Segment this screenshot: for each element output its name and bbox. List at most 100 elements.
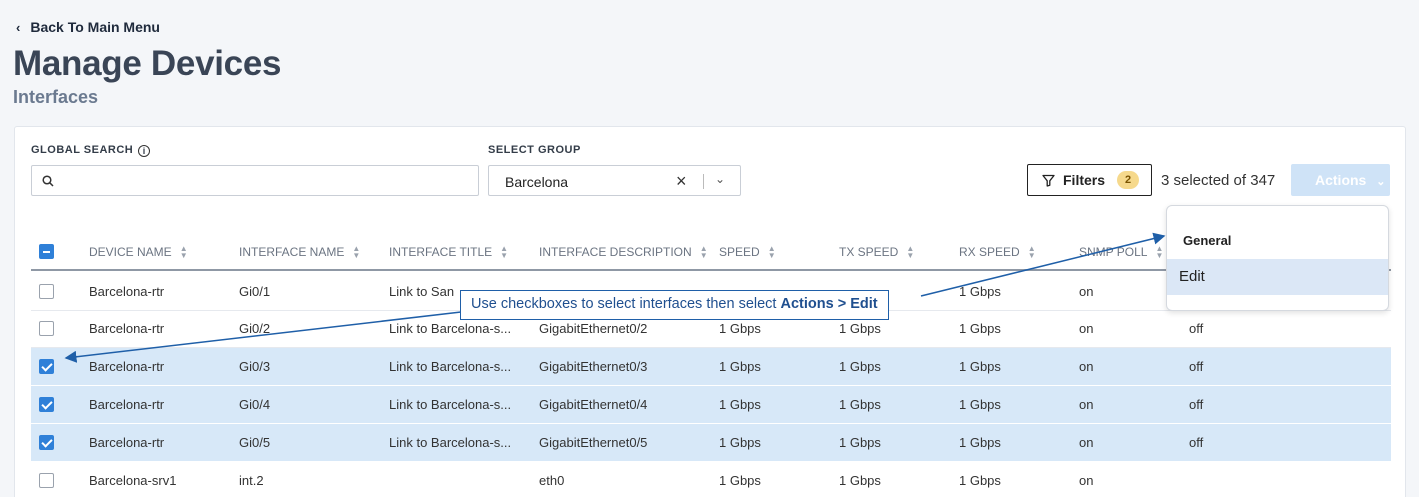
interface-title-cell: Link to Barcelona-s...: [389, 359, 512, 374]
interface-title-cell: Link to Barcelona-s...: [389, 435, 512, 450]
device-name-cell: Barcelona-rtr: [89, 284, 165, 299]
table-row[interactable]: Barcelona-srv1 int.2 eth0 1 Gbps 1 Gbps …: [31, 462, 1391, 497]
interface-name-cell: Gi0/5: [239, 435, 271, 450]
search-icon: [42, 175, 54, 187]
column-interface-name[interactable]: INTERFACE NAME ▲ ▼: [239, 244, 361, 260]
status-cell: off: [1189, 321, 1204, 336]
row-checkbox[interactable]: [39, 359, 54, 374]
column-speed[interactable]: SPEED ▲ ▼: [719, 244, 776, 260]
tx-speed-cell: 1 Gbps: [839, 321, 881, 336]
sort-icon: ▲ ▼: [906, 244, 915, 260]
snmp-poll-cell: on: [1079, 359, 1094, 374]
interface-description-cell: GigabitEthernet0/5: [539, 435, 648, 450]
speed-cell: 1 Gbps: [719, 397, 761, 412]
rx-speed-cell: 1 Gbps: [959, 397, 1001, 412]
sort-icon: ▲ ▼: [500, 244, 509, 260]
device-name-cell: Barcelona-srv1: [89, 473, 177, 488]
row-checkbox[interactable]: [39, 473, 54, 488]
filters-label: Filters: [1063, 172, 1106, 188]
instruction-callout: Use checkboxes to select interfaces then…: [460, 290, 889, 320]
table-row[interactable]: Barcelona-rtr Gi0/5 Link to Barcelona-s.…: [31, 424, 1391, 462]
row-checkbox[interactable]: [39, 397, 54, 412]
sort-icon: ▲ ▼: [1027, 244, 1036, 260]
back-link-label: Back To Main Menu: [30, 19, 160, 35]
select-group-dropdown[interactable]: Barcelona × ⌄: [488, 165, 741, 196]
tx-speed-cell: 1 Gbps: [839, 397, 881, 412]
page-title: Manage Devices: [13, 44, 282, 83]
sort-icon: ▲ ▼: [1155, 244, 1164, 260]
select-group-label: SELECT GROUP: [488, 144, 581, 156]
callout-emphasis: Actions > Edit: [780, 296, 878, 312]
interface-name-cell: Gi0/2: [239, 321, 271, 336]
page-subtitle: Interfaces: [13, 87, 99, 107]
filter-icon: [1042, 174, 1055, 187]
table-row[interactable]: Barcelona-rtr Gi0/4 Link to Barcelona-s.…: [31, 386, 1391, 424]
filters-button[interactable]: Filters 2: [1027, 164, 1152, 196]
global-search-label: GLOBAL SEARCH i: [31, 144, 151, 157]
column-interface-description[interactable]: INTERFACE DESCRIPTION ▲ ▼: [539, 244, 708, 260]
separator: [703, 174, 704, 189]
row-checkbox[interactable]: [39, 321, 54, 336]
tx-speed-cell: 1 Gbps: [839, 473, 881, 488]
snmp-poll-cell: on: [1079, 435, 1094, 450]
sort-icon: ▲ ▼: [179, 244, 188, 260]
back-link[interactable]: ‹ Back To Main Menu: [16, 19, 160, 35]
row-checkbox[interactable]: [39, 435, 54, 450]
speed-cell: 1 Gbps: [719, 359, 761, 374]
device-name-cell: Barcelona-rtr: [89, 359, 165, 374]
table-row[interactable]: Barcelona-rtr Gi0/3 Link to Barcelona-s.…: [31, 348, 1391, 386]
actions-label: Actions: [1315, 172, 1367, 188]
status-cell: off: [1189, 359, 1204, 374]
column-device-name[interactable]: DEVICE NAME ▲ ▼: [89, 244, 188, 260]
info-icon[interactable]: i: [138, 145, 151, 157]
select-all-checkbox[interactable]: [39, 244, 54, 259]
speed-cell: 1 Gbps: [719, 473, 761, 488]
column-interface-title[interactable]: INTERFACE TITLE ▲ ▼: [389, 244, 509, 260]
speed-cell: 1 Gbps: [719, 435, 761, 450]
rx-speed-cell: 1 Gbps: [959, 473, 1001, 488]
menu-header-general: General: [1183, 233, 1232, 248]
snmp-poll-cell: on: [1079, 473, 1094, 488]
row-checkbox[interactable]: [39, 284, 54, 299]
interface-name-cell: int.2: [239, 473, 264, 488]
rx-speed-cell: 1 Gbps: [959, 359, 1001, 374]
device-name-cell: Barcelona-rtr: [89, 397, 165, 412]
menu-item-edit[interactable]: Edit: [1167, 259, 1388, 295]
interface-name-cell: Gi0/1: [239, 284, 271, 299]
sort-icon: ▲ ▼: [767, 244, 776, 260]
interface-description-cell: GigabitEthernet0/2: [539, 321, 648, 336]
rx-speed-cell: 1 Gbps: [959, 435, 1001, 450]
interface-description-cell: eth0: [539, 473, 565, 488]
clear-icon[interactable]: ×: [676, 171, 687, 192]
interface-title-cell: Link to Barcelona-s...: [389, 397, 512, 412]
interface-description-cell: GigabitEthernet0/4: [539, 397, 648, 412]
snmp-poll-cell: on: [1079, 284, 1094, 299]
column-rx-speed[interactable]: RX SPEED ▲ ▼: [959, 244, 1036, 260]
sort-icon: ▲ ▼: [352, 244, 361, 260]
interface-name-cell: Gi0/3: [239, 359, 271, 374]
interface-name-cell: Gi0/4: [239, 397, 271, 412]
chevron-down-icon[interactable]: ⌄: [715, 172, 725, 186]
column-tx-speed[interactable]: TX SPEED ▲ ▼: [839, 244, 915, 260]
select-group-value: Barcelona: [505, 174, 569, 190]
snmp-poll-cell: on: [1079, 321, 1094, 336]
callout-text: Use checkboxes to select interfaces then…: [471, 296, 781, 312]
column-snmp-poll[interactable]: SNMP POLL ▲ ▼: [1079, 244, 1164, 260]
rx-speed-cell: 1 Gbps: [959, 284, 1001, 299]
sort-icon: ▲ ▼: [699, 244, 708, 260]
status-cell: off: [1189, 435, 1204, 450]
interface-description-cell: GigabitEthernet0/3: [539, 359, 648, 374]
device-name-cell: Barcelona-rtr: [89, 321, 165, 336]
chevron-down-icon: ⌄: [1376, 176, 1386, 188]
device-name-cell: Barcelona-rtr: [89, 435, 165, 450]
rx-speed-cell: 1 Gbps: [959, 321, 1001, 336]
tx-speed-cell: 1 Gbps: [839, 435, 881, 450]
selection-count: 3 selected of 347: [1161, 172, 1276, 189]
speed-cell: 1 Gbps: [719, 321, 761, 336]
filters-count-badge: 2: [1117, 171, 1140, 189]
status-cell: off: [1189, 397, 1204, 412]
actions-button[interactable]: Actions ⌄: [1291, 164, 1390, 196]
global-search-input[interactable]: [31, 165, 479, 196]
chevron-left-icon: ‹: [16, 19, 21, 35]
interface-title-cell: Link to Barcelona-s...: [389, 321, 512, 336]
